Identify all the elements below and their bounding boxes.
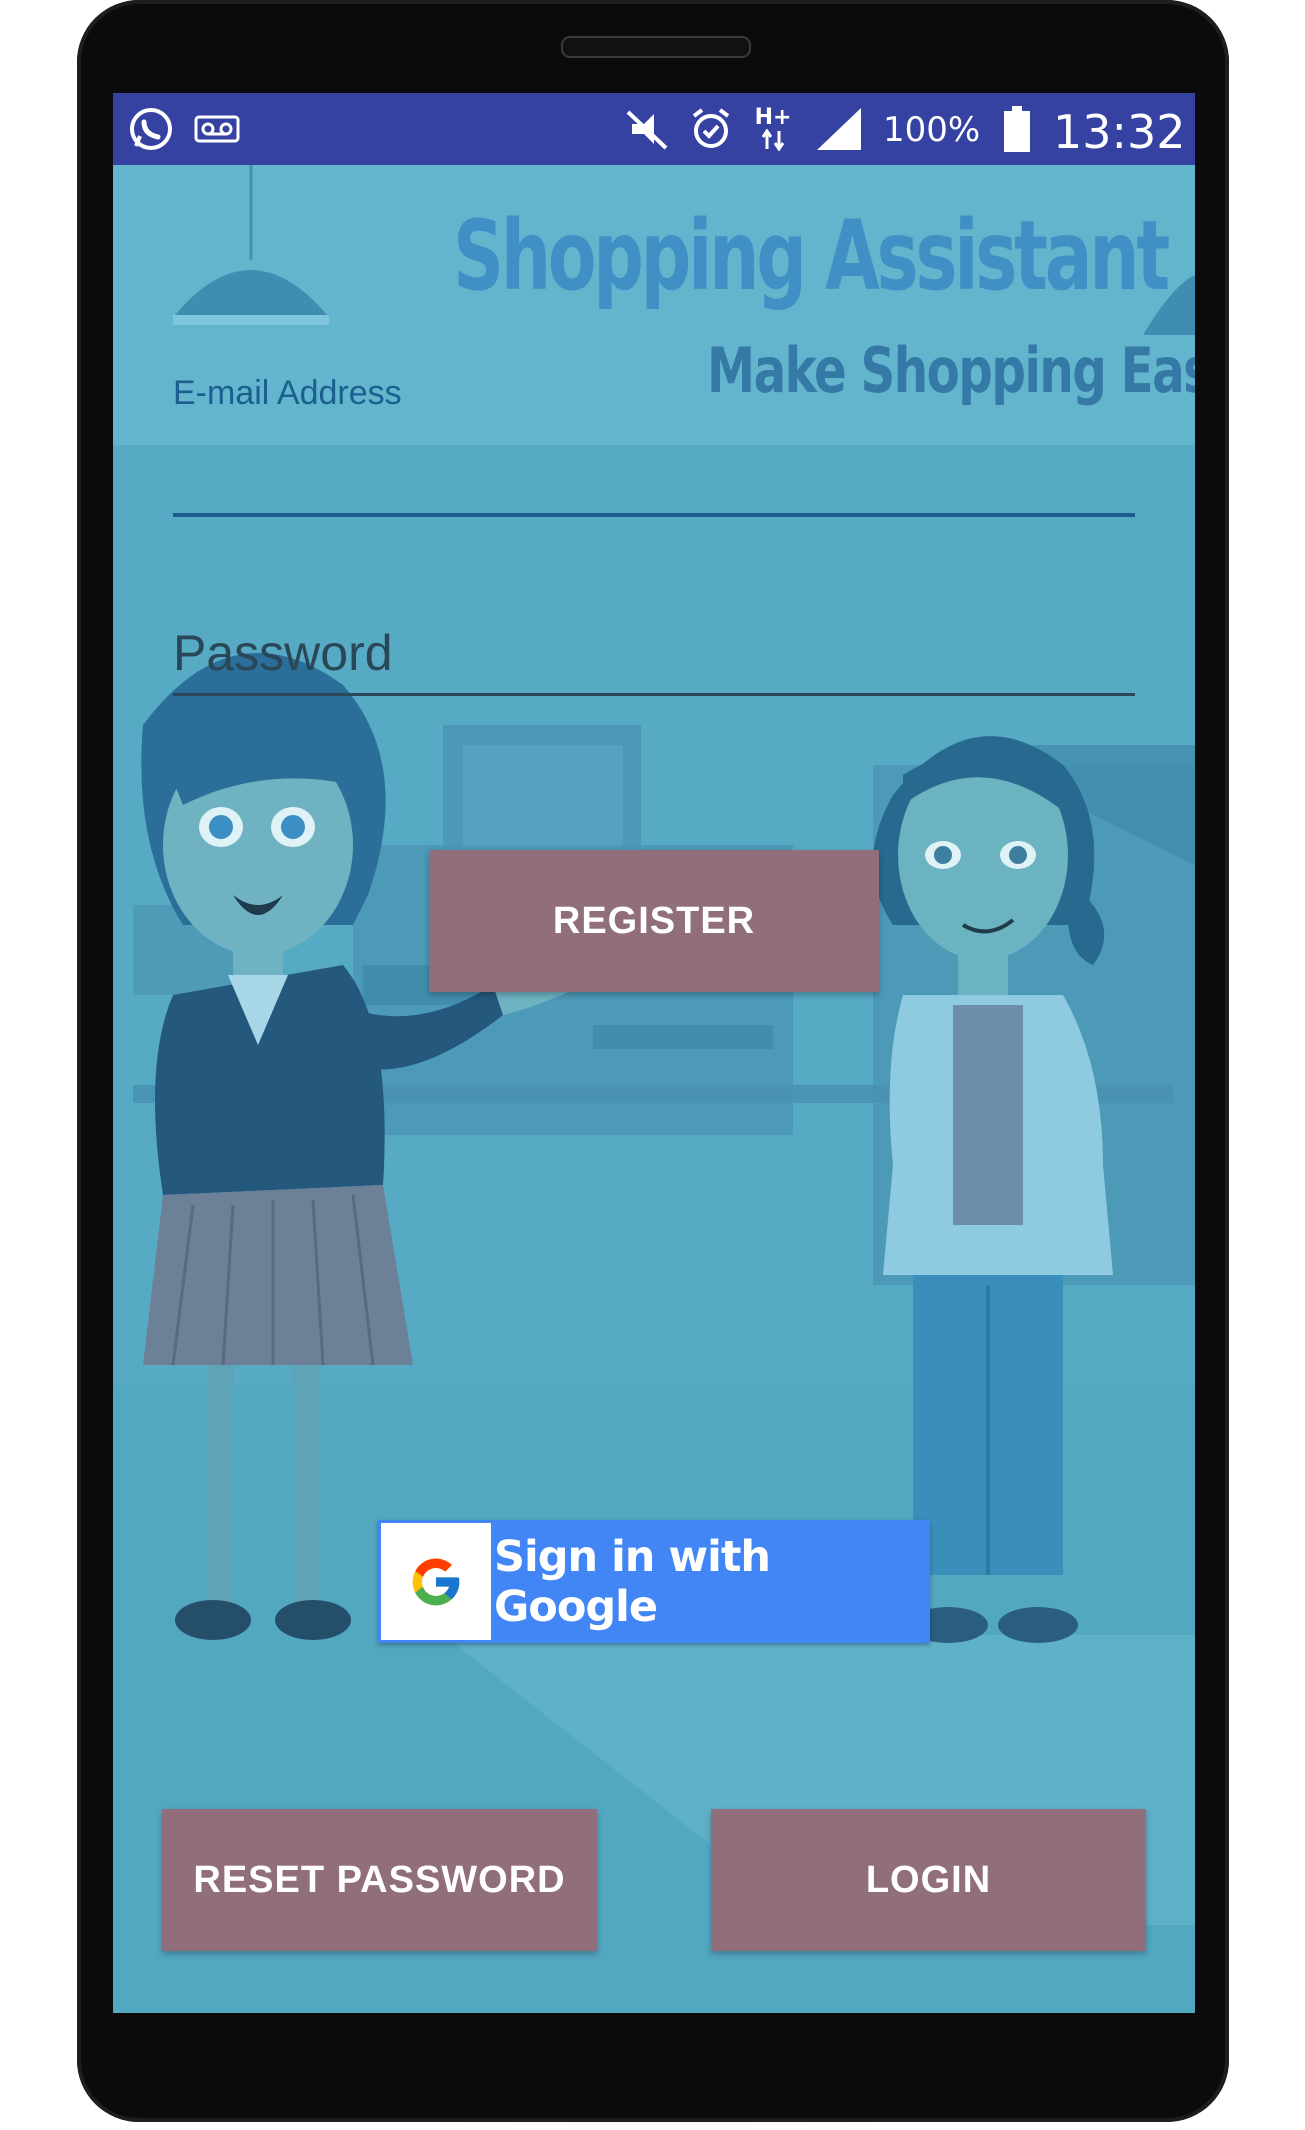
app-tagline: Make Shopping Easy (707, 334, 1195, 407)
phone-speaker (561, 36, 751, 58)
google-sign-in-button[interactable]: Sign in with Google (378, 1520, 930, 1643)
reset-password-button[interactable]: RESET PASSWORD (162, 1809, 597, 1951)
google-sign-in-label: Sign in with Google (494, 1531, 771, 1632)
login-button[interactable]: LOGIN (711, 1809, 1146, 1951)
password-field[interactable] (173, 613, 1135, 696)
alarm-icon (685, 103, 737, 155)
battery-percent: 100% (883, 110, 981, 150)
app-screen: H+ 100% 13:32 Shopping Assistant Make Sh… (113, 93, 1195, 2013)
signal-icon (813, 103, 865, 155)
app-title: Shopping Assistant (453, 200, 1170, 312)
battery-icon (999, 103, 1035, 155)
register-button[interactable]: REGISTER (429, 850, 879, 992)
mute-vibrate-icon (621, 103, 673, 155)
whatsapp-icon (125, 103, 177, 155)
clock: 13:32 (1053, 105, 1186, 159)
voicemail-icon (191, 103, 243, 155)
email-label: E-mail Address (173, 374, 402, 412)
google-logo-icon (381, 1523, 491, 1640)
status-bar: H+ 100% 13:32 (113, 93, 1195, 165)
email-field[interactable] (173, 423, 1135, 517)
network-hplus-icon: H+ (747, 103, 799, 155)
